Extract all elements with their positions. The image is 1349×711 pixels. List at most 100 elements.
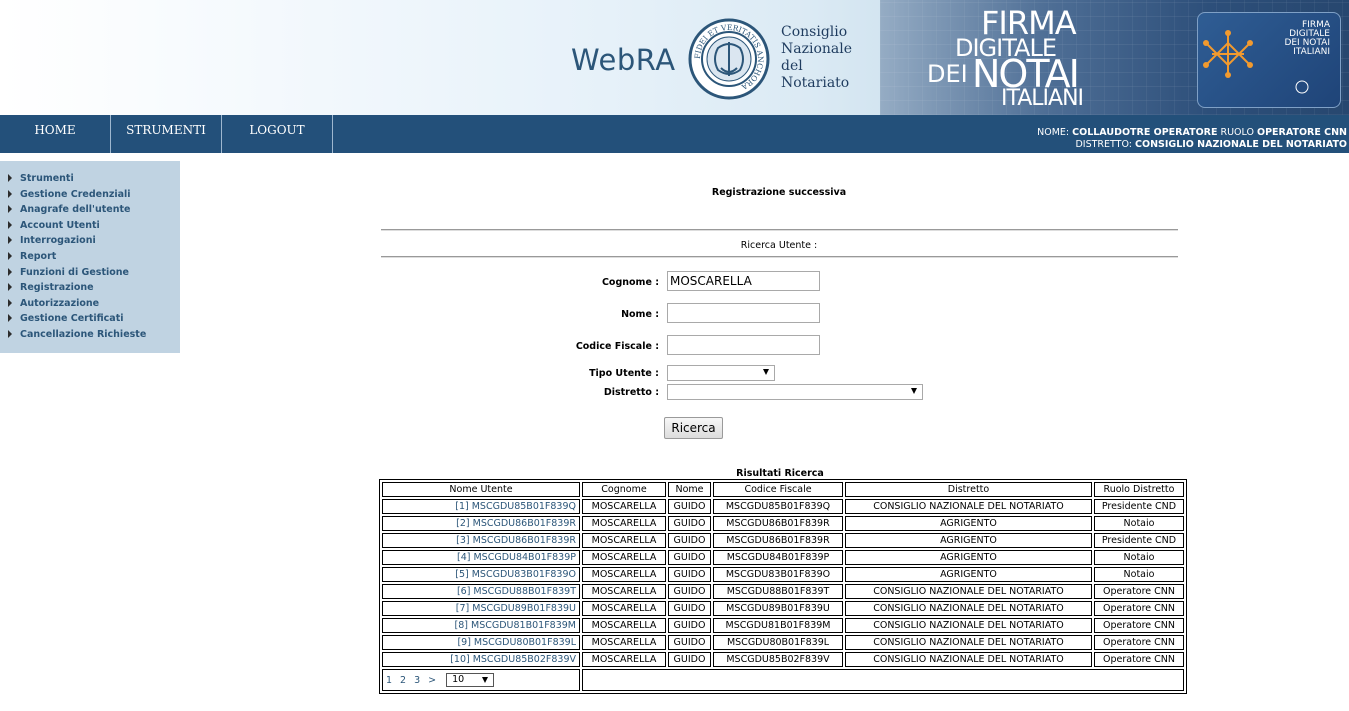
sidebar-item-anagrafe[interactable]: Anagrafe dell'utente [8,204,130,219]
page-link-2[interactable]: 2 [400,675,406,686]
table-cell: Operatore CNN [1094,618,1184,633]
nav-home[interactable]: HOME [0,115,111,153]
table-cell: CONSIGLIO NAZIONALE DEL NOTARIATO [845,499,1092,514]
sidebar-item-registrazione[interactable]: Registrazione [8,282,94,297]
sidebar-item-label: Interrogazioni [20,235,96,246]
sidebar-item-label: Strumenti [20,173,74,184]
user-link[interactable]: [7] MSCGDU89B01F839U [382,601,580,616]
table-cell: Operatore CNN [1094,635,1184,650]
pager-row: 1 2 3 >10 [382,669,1184,691]
ricerca-button[interactable]: Ricerca [664,417,723,439]
table-cell: MSCGDU85B02F839V [713,652,843,667]
user-link[interactable]: [6] MSCGDU88B01F839T [382,584,580,599]
table-cell: GUIDO [668,499,711,514]
page-link-3[interactable]: 3 [414,675,420,686]
nome-input[interactable] [667,303,820,323]
triangle-right-icon [8,174,12,182]
user-role-label: RUOLO [1220,127,1254,138]
table-cell: GUIDO [668,635,711,650]
triangle-right-icon [8,283,12,291]
user-role-value: OPERATORE CNN [1257,127,1347,138]
table-cell: AGRIGENTO [845,550,1092,565]
table-cell: MSCGDU86B01F839R [713,533,843,548]
page-size-select[interactable]: 10 [446,673,495,687]
table-cell: CONSIGLIO NAZIONALE DEL NOTARIATO [845,618,1092,633]
table-cell: GUIDO [668,550,711,565]
sidebar-item-strumenti[interactable]: Strumenti [8,173,74,188]
cognome-label: Cognome : [601,277,659,288]
table-cell: GUIDO [668,601,711,616]
triangle-right-icon [8,268,12,276]
user-link[interactable]: [4] MSCGDU84B01F839P [382,550,580,565]
user-link[interactable]: [2] MSCGDU86B01F839R [382,516,580,531]
sidebar-item-report[interactable]: Report [8,251,56,266]
user-link[interactable]: [3] MSCGDU86B01F839R [382,533,580,548]
column-header: Cognome [582,482,666,497]
triangle-right-icon [8,299,12,307]
table-cell: Notaio [1094,516,1184,531]
user-link[interactable]: [5] MSCGDU83B01F839O [382,567,580,582]
sidebar-item-funzioni-gestione[interactable]: Funzioni di Gestione [8,267,129,282]
nome-label: Nome : [621,309,659,320]
table-cell: CONSIGLIO NAZIONALE DEL NOTARIATO [845,652,1092,667]
table-row: [6] MSCGDU88B01F839T MOSCARELLA GUIDO MSCGD… [382,584,1184,599]
cnn-name: Consiglio Nazionale del Notariato [781,24,852,92]
results-title: Risultati Ricerca [736,468,824,479]
user-link[interactable]: [8] MSCGDU81B01F839M [382,618,580,633]
user-link[interactable]: [10] MSCGDU85B02F839V [382,652,580,667]
table-row: [5] MSCGDU83B01F839O MOSCARELLA GUIDO MSCGD… [382,567,1184,582]
triangle-right-icon [8,330,12,338]
pager: 1 2 3 >10 [382,669,580,691]
page-title: Registrazione successiva [711,187,847,198]
triangle-right-icon [8,190,12,198]
table-cell: MOSCARELLA [582,533,666,548]
distretto-label: Distretto : [603,387,659,398]
search-section-title: Ricerca Utente : [740,240,818,251]
table-cell: CONSIGLIO NAZIONALE DEL NOTARIATO [845,601,1092,616]
sidebar-item-label: Account Utenti [20,220,100,231]
nav-logout[interactable]: LOGOUT [222,115,333,153]
cognome-input[interactable] [667,271,820,291]
dropdown-arrow-icon [911,388,917,394]
table-cell: Presidente CND [1094,499,1184,514]
cnn-name-line: del [781,58,803,74]
dropdown-arrow-icon [482,677,489,683]
table-cell: AGRIGENTO [845,533,1092,548]
sidebar-item-autorizzazione[interactable]: Autorizzazione [8,298,99,313]
table-cell: MOSCARELLA [582,550,666,565]
page-link-1[interactable]: 1 [386,675,392,686]
sidebar-item-interrogazioni[interactable]: Interrogazioni [8,235,96,250]
firma-logo-text: DEI [927,60,968,88]
page-next-link[interactable]: > [428,675,436,686]
tipo-utente-label: Tipo Utente : [589,368,659,379]
card-text-line: ITALIANI [1293,47,1330,57]
table-cell: MOSCARELLA [582,516,666,531]
user-link[interactable]: [1] MSCGDU85B01F839Q [382,499,580,514]
table-cell: Notaio [1094,567,1184,582]
dropdown-arrow-icon [763,369,769,375]
tipo-utente-select[interactable] [667,365,775,381]
header-banner: WebRA FIDEI ET VERITATIS ANCHORA Consigl… [0,0,1349,115]
sidebar-item-cancellazione-richieste[interactable]: Cancellazione Richieste [8,329,146,344]
table-cell: MSCGDU81B01F839M [713,618,843,633]
table-cell: MOSCARELLA [582,601,666,616]
nav-strumenti[interactable]: STRUMENTI [111,115,222,153]
table-cell: CONSIGLIO NAZIONALE DEL NOTARIATO [845,635,1092,650]
page-size-value: 10 [452,674,465,685]
sidebar-item-gestione-credenziali[interactable]: Gestione Credenziali [8,189,131,204]
table-cell: AGRIGENTO [845,516,1092,531]
sidebar-menu: Strumenti Gestione Credenziali Anagrafe … [0,161,180,353]
column-header: Nome Utente [382,482,580,497]
table-cell: MSCGDU80B01F839L [713,635,843,650]
table-cell: GUIDO [668,533,711,548]
table-row: [10] MSCGDU85B02F839V MOSCARELLA GUIDO MSCG… [382,652,1184,667]
cnn-seal-logo: FIDEI ET VERITATIS ANCHORA [688,18,770,100]
distretto-select[interactable] [667,384,923,400]
sidebar-item-label: Gestione Credenziali [20,189,131,200]
user-link[interactable]: [9] MSCGDU80B01F839L [382,635,580,650]
sidebar-item-gestione-certificati[interactable]: Gestione Certificati [8,313,124,328]
codice-fiscale-input[interactable] [667,335,820,355]
sidebar-item-account-utenti[interactable]: Account Utenti [8,220,100,235]
app-title: WebRA [571,43,676,77]
user-district-label: DISTRETTO: [1075,139,1132,150]
